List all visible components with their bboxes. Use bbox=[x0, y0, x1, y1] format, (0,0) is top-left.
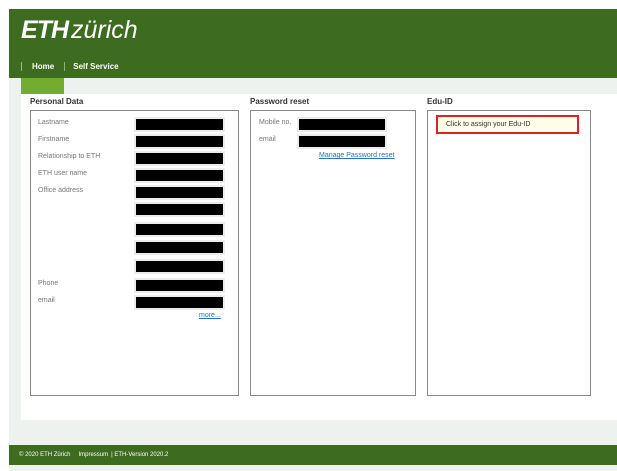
address-line2-redacted bbox=[134, 202, 225, 217]
label-phone: Phone bbox=[38, 280, 59, 287]
password-reset-title: Password reset bbox=[250, 97, 310, 106]
edu-id-title: Edu-ID bbox=[427, 97, 453, 106]
assign-edu-id-button[interactable]: Click to assign your Edu-ID bbox=[436, 115, 579, 134]
personal-data-title: Personal Data bbox=[30, 97, 84, 106]
logo-zurich-text: zürich bbox=[71, 16, 138, 44]
edu-id-panel bbox=[427, 110, 591, 396]
assign-edu-id-label: Click to assign your Edu-ID bbox=[446, 121, 531, 128]
main-nav: Home Self Service bbox=[21, 58, 129, 74]
label-eth-user-name: ETH user name bbox=[38, 170, 88, 177]
manage-password-reset-link[interactable]: Manage Password reset bbox=[319, 152, 394, 159]
mobile-value-redacted bbox=[297, 117, 387, 132]
phone-value-redacted bbox=[134, 278, 225, 293]
email-value-redacted bbox=[134, 295, 225, 310]
label-office-address: Office address bbox=[38, 187, 84, 194]
label-pw-email: email bbox=[259, 136, 276, 143]
active-tab-indicator bbox=[21, 78, 64, 94]
eth-logo[interactable]: ETH zürich bbox=[21, 16, 138, 44]
label-lastname: Lastname bbox=[38, 119, 69, 126]
pw-email-value-redacted bbox=[297, 134, 387, 149]
address-line1-redacted bbox=[134, 185, 225, 200]
footer-impressum-link[interactable]: Impressum bbox=[78, 452, 108, 458]
footer-copyright: © 2020 ETH Zürich bbox=[19, 452, 71, 458]
label-firstname: Firstname bbox=[38, 136, 70, 143]
footer-bar: © 2020 ETH Zürich Impressum | ETH-Versio… bbox=[9, 445, 617, 465]
relationship-value-redacted bbox=[134, 151, 225, 166]
label-mobile-no: Mobile no. bbox=[259, 119, 292, 126]
label-email: email bbox=[38, 297, 55, 304]
address-line4-redacted bbox=[134, 240, 225, 255]
logo-eth-text: ETH bbox=[21, 16, 69, 44]
label-relationship: Relationship to ETH bbox=[38, 153, 101, 160]
address-line3-redacted bbox=[134, 222, 225, 237]
nav-home[interactable]: Home bbox=[21, 61, 64, 71]
more-link[interactable]: more... bbox=[199, 312, 221, 319]
lastname-value-redacted bbox=[134, 117, 225, 132]
nav-self-service[interactable]: Self Service bbox=[64, 61, 128, 71]
username-value-redacted bbox=[134, 168, 225, 183]
address-line5-redacted bbox=[134, 259, 225, 274]
footer-version: | ETH-Version 2020.2 bbox=[111, 452, 169, 458]
firstname-value-redacted bbox=[134, 134, 225, 149]
